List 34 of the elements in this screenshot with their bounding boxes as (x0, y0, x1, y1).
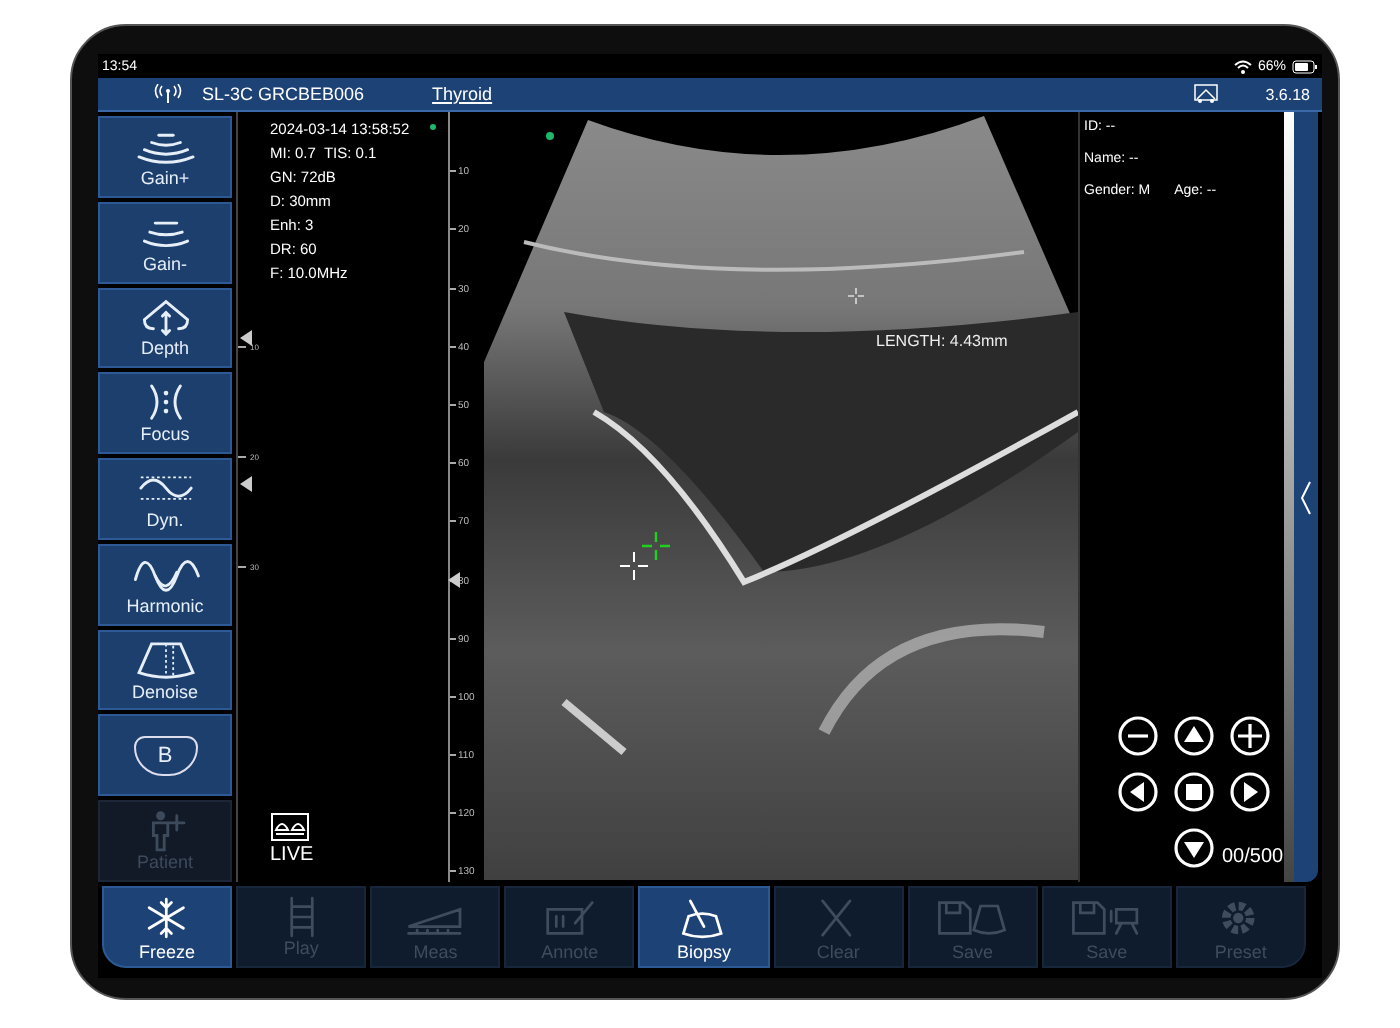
frame-counter: 00/500 (1222, 844, 1284, 870)
plus-icon[interactable] (1230, 716, 1270, 756)
wifi-icon (1233, 59, 1252, 73)
battery-icon (1292, 59, 1318, 73)
sidebar-button[interactable]: Gain+ (98, 116, 232, 198)
sidebar-button[interactable]: Depth (98, 287, 232, 369)
side-panel-handle[interactable] (1294, 112, 1318, 882)
live-label: LIVE (270, 844, 314, 866)
sidebar-button[interactable]: Focus (98, 372, 232, 455)
measurement-label: LENGTH: 4.43mm (876, 332, 1008, 350)
toolbar-button[interactable]: Biopsy (638, 886, 770, 968)
sidebar-button[interactable]: Dyn. (98, 458, 232, 540)
sidebar-button[interactable]: Gain- (98, 201, 232, 284)
sidebar-button[interactable]: B (98, 714, 232, 797)
film-strip-icon (289, 896, 314, 938)
status-dot (546, 132, 554, 140)
version-number: 3.6.18 (1265, 85, 1310, 103)
status-dot (430, 124, 436, 130)
focus-marker-icon (240, 476, 252, 492)
image-icon (1193, 84, 1218, 104)
crosshair-icon (619, 551, 649, 581)
stop-icon[interactable] (1174, 772, 1214, 812)
live-icon (270, 812, 310, 842)
antenna-icon (154, 84, 182, 104)
focus-marker-icon (240, 330, 252, 346)
device-name: SL-3C GRCBEB006 (202, 84, 365, 104)
minus-icon[interactable] (1118, 716, 1158, 756)
preset-link[interactable]: Thyroid (432, 84, 493, 104)
toolbar-button[interactable]: Freeze (102, 886, 233, 968)
crosshair-icon (640, 530, 672, 562)
chevron-left-icon (1300, 479, 1312, 515)
sidebar-button[interactable]: Denoise (98, 629, 232, 711)
sidebar-button[interactable]: Harmonic (98, 543, 232, 626)
crosshair-icon (847, 287, 865, 305)
